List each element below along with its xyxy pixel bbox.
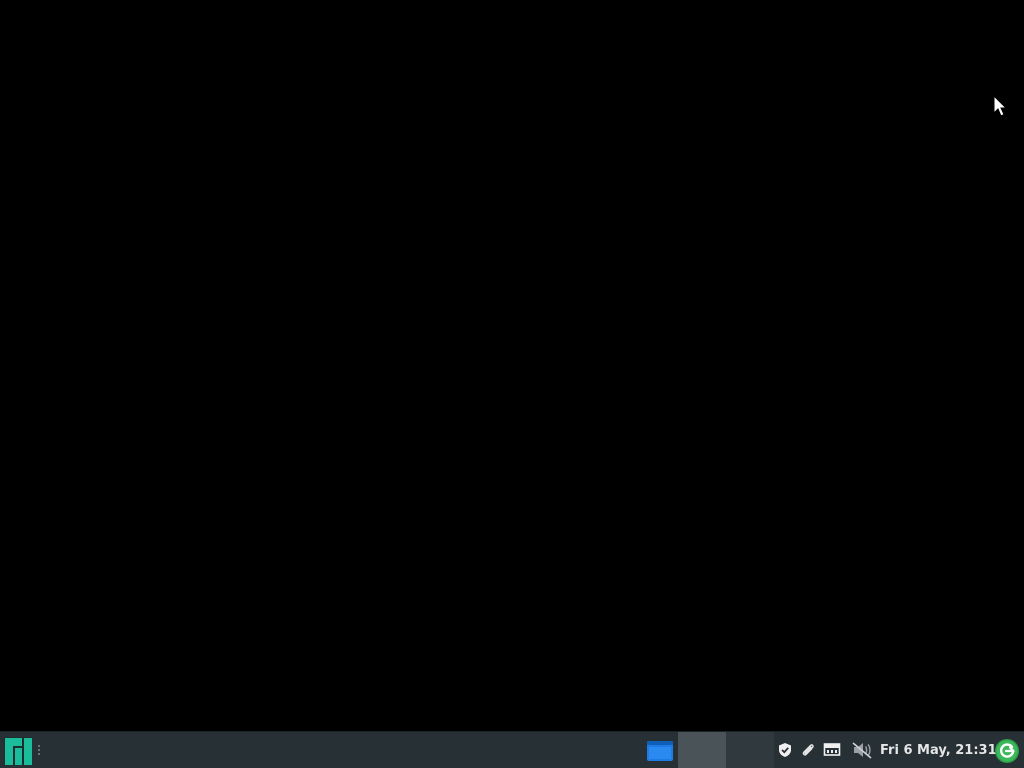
- taskbar: Fri 6 May, 21:31: [0, 731, 1024, 768]
- network-icon[interactable]: [822, 741, 842, 759]
- pager-desktop-2[interactable]: [726, 732, 774, 768]
- paperclip-icon[interactable]: [799, 741, 817, 759]
- window-icon: [646, 741, 673, 761]
- volume-muted-icon[interactable]: [850, 740, 874, 760]
- desktop[interactable]: [0, 0, 1024, 731]
- task-window-button[interactable]: [643, 735, 676, 767]
- application-menu-button[interactable]: [2, 735, 34, 767]
- pager-desktop-1[interactable]: [678, 732, 726, 768]
- update-notifier-icon: [994, 738, 1019, 763]
- manjaro-logo-icon: [4, 737, 32, 765]
- clock[interactable]: Fri 6 May, 21:31: [880, 732, 997, 768]
- update-notifier-button[interactable]: [993, 737, 1020, 764]
- drag-handle-icon[interactable]: [36, 742, 42, 758]
- shield-icon[interactable]: [776, 741, 794, 759]
- pointer-cursor-icon: [993, 95, 1007, 117]
